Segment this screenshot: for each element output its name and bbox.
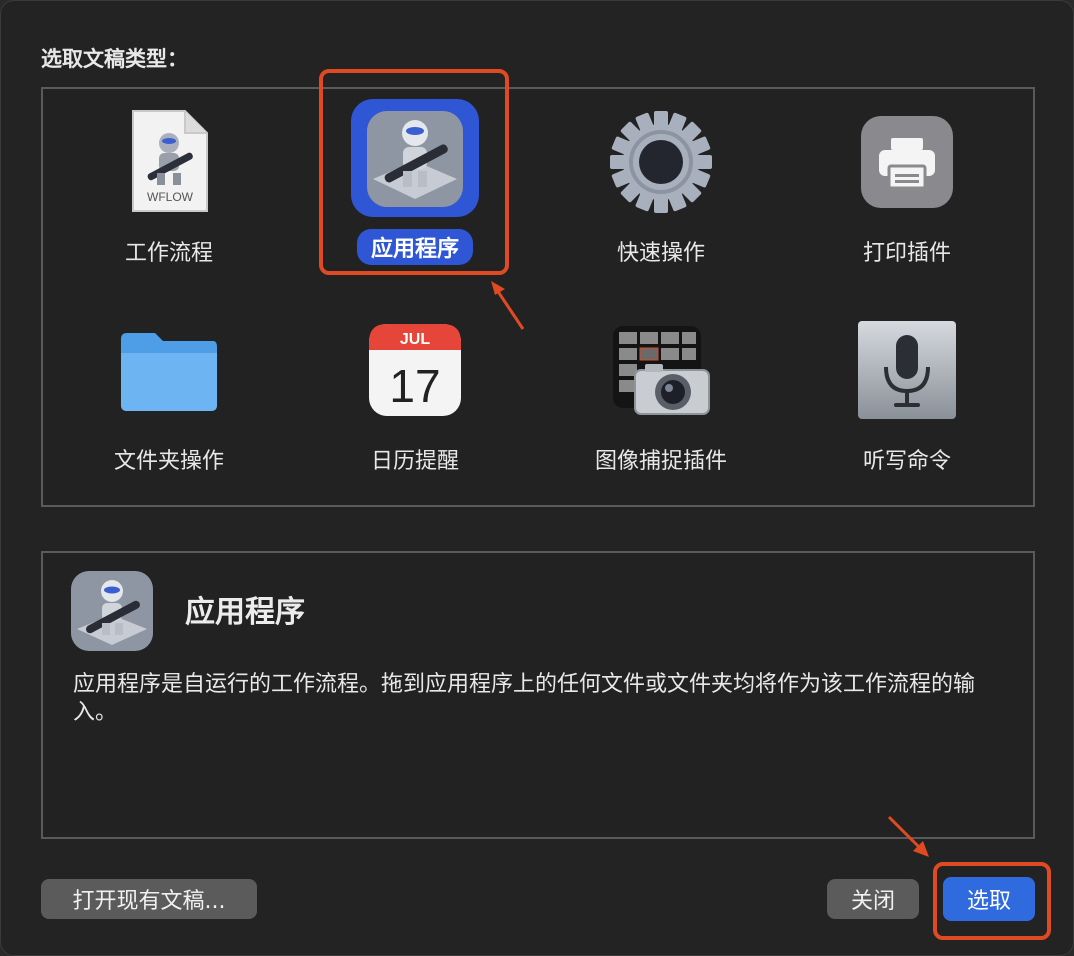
type-label: 打印插件 [862,241,951,266]
description-panel: 应用程序 应用程序是自运行的工作流程。拖到应用程序上的任何文件或文件夹均将作为该… [41,551,1035,839]
dialog-heading: 选取文稿类型： [41,47,188,71]
description-app-icon [69,569,155,657]
new-document-dialog: 选取文稿类型： WFLOW 工作流程 应用程序 快速操作 打印插件 文件夹操作 … [0,0,1074,956]
description-text: 应用程序是自运行的工作流程。拖到应用程序上的任何文件或文件夹均将作为该工作流程的… [73,672,976,725]
type-print-plugin[interactable]: 打印插件 [807,97,1007,287]
close-button[interactable]: 关闭 [827,879,919,919]
type-application[interactable]: 应用程序 [315,93,515,283]
calendar-icon: JUL 17 [350,305,480,435]
type-calendar-alarm[interactable]: JUL 17 日历提醒 [315,305,515,495]
type-label: 图像捕捉插件 [594,449,727,474]
document-type-grid: WFLOW 工作流程 应用程序 快速操作 打印插件 文件夹操作 JUL 17 日… [41,87,1035,507]
calendar-month: JUL [400,331,430,348]
type-image-capture-plugin[interactable]: 图像捕捉插件 [561,305,761,495]
type-label: 工作流程 [124,241,213,266]
automator-app-icon [350,93,480,223]
type-folder-action[interactable]: 文件夹操作 [69,305,269,495]
type-label: 日历提醒 [370,449,459,474]
description-title: 应用程序 [185,595,305,630]
microphone-icon [842,305,972,435]
image-capture-icon [596,305,726,435]
type-dictation-command[interactable]: 听写命令 [807,305,1007,495]
type-quick-action[interactable]: 快速操作 [561,97,761,287]
workflow-doc-text: WFLOW [147,190,194,204]
workflow-file-icon: WFLOW [104,97,234,227]
printer-icon [842,97,972,227]
type-label: 快速操作 [616,241,705,266]
gear-icon [596,97,726,227]
type-label: 应用程序 [356,229,473,265]
type-workflow[interactable]: WFLOW 工作流程 [69,97,269,287]
folder-icon [104,305,234,435]
type-label: 文件夹操作 [113,449,224,474]
type-label: 听写命令 [862,449,951,474]
calendar-day: 17 [389,360,440,412]
choose-button[interactable]: 选取 [943,877,1035,921]
open-existing-button[interactable]: 打开现有文稿... [41,879,257,919]
